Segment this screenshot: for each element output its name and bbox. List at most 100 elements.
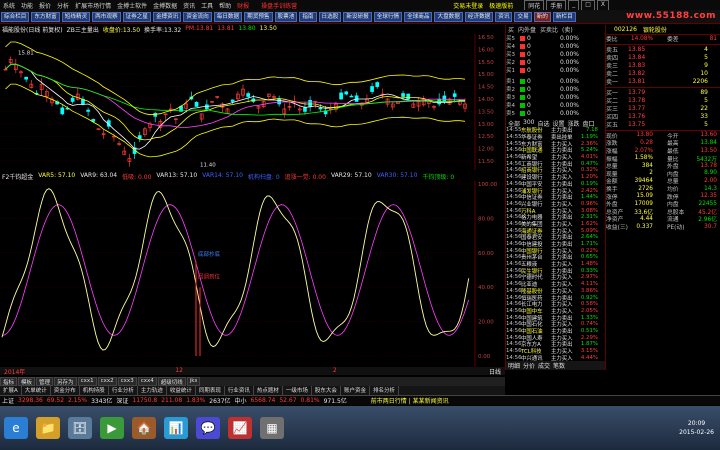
stock-app-icon[interactable]: 📈 [228,417,252,439]
candle-body[interactable] [349,95,354,98]
candle-body[interactable] [303,107,307,112]
toolbar-button[interactable]: 证券之星 [122,11,151,22]
news-ticker[interactable]: 前市两日行情 | 某某新闻资讯 [369,396,451,405]
toolbar-button[interactable]: 期货预售 [244,11,273,22]
indicator-tab[interactable]: cxx1 [77,377,97,386]
minimize-button[interactable]: _ [568,0,580,10]
toolbar-button[interactable]: 全球行情 [373,11,403,22]
book-row[interactable]: 卖一 13.81 2206 [606,78,720,86]
detail-tab[interactable]: 成交 [538,361,550,370]
indicator-tab[interactable]: 另存为 [54,377,77,386]
detail-tab[interactable]: 明细 [508,361,520,370]
candle-body[interactable] [60,107,65,115]
candle-body[interactable] [24,76,29,80]
toolbar-button[interactable]: 短线精灵 [61,11,91,22]
folder-icon[interactable]: 📁 [36,417,60,439]
chart-app-icon[interactable]: 📊 [164,417,188,439]
maximize-button[interactable]: □ [581,0,595,10]
candle-body[interactable] [194,101,199,107]
menu-item[interactable]: 金搏数据 [150,1,180,10]
home-icon[interactable]: 🏠 [132,417,156,439]
candle-body[interactable] [70,97,75,102]
candle-body[interactable] [406,93,411,100]
toolbar-button[interactable]: 两市观察 [92,11,121,22]
menu-item[interactable]: 金搏士软件 [114,1,150,10]
menu-item[interactable]: 扩展市场行情 [72,1,114,10]
toolbar-button[interactable]: 新栏目 [552,11,576,22]
close-button[interactable]: X [596,0,610,10]
bottom-tab[interactable]: 收益统计 [167,386,196,395]
window-help-button[interactable]: 同花 [524,0,545,10]
sz-label[interactable]: 深证 [114,396,130,405]
indicator-tab[interactable]: cxx3 [117,377,137,386]
candle-body[interactable] [344,91,349,95]
announcement-link[interactable]: 操盘手训练营 [258,1,300,10]
candle-body[interactable] [452,93,457,97]
toolbar-button[interactable]: 新的 [533,11,551,22]
indicator-tab[interactable]: 指标 [0,377,18,386]
menu-item[interactable]: 工具 [198,1,216,10]
detail-tab[interactable]: 笔数 [553,361,565,370]
candle-body[interactable] [375,82,380,87]
indicator-tab[interactable]: cxx2 [97,377,117,386]
toolbar-button[interactable]: 日选股 [318,11,342,22]
system-clock[interactable]: 20:09 2015-02-26 [679,419,714,437]
toolbar-button[interactable]: 指南 [299,11,317,22]
indicator-tab[interactable]: 模板 [18,377,36,386]
menu-item[interactable]: 资讯 [180,1,198,10]
browser-icon[interactable]: e [4,417,28,439]
menu-item[interactable]: 帮助 [216,1,234,10]
candle-body[interactable] [277,98,281,105]
database-icon[interactable]: 🗄 [68,417,92,439]
menu-item-highlight[interactable]: 财报 [234,1,252,10]
indicator-tab[interactable]: cxx4 [137,377,157,386]
bottom-tab[interactable]: 热点题材 [254,386,283,395]
candle-body[interactable] [246,93,251,97]
toolbar-button[interactable]: 新设研报 [343,11,372,22]
candlestick-chart[interactable]: 16.50 16.00 15.50 15.00 14.50 14.00 13.50 13.00… [0,34,505,170]
zx-label[interactable]: 中小 [233,396,249,405]
candle-body[interactable] [442,95,447,102]
bottom-tab[interactable]: 行业分析 [109,386,138,395]
toolbar-button[interactable]: 每日数据 [213,11,243,22]
indicator-tab[interactable]: jks [186,377,201,386]
bottom-tab[interactable]: 资金分布 [51,386,80,395]
toolbar-button[interactable]: 经济数据 [464,11,494,22]
bottom-tab[interactable]: 账户资金 [341,386,370,395]
indicator-chart[interactable]: 100.00 80.00 60.00 40.00 20.00 0.00 底部抄底回调到位 [0,181,505,367]
media-icon[interactable]: ▶ [100,417,124,439]
trade-login-link[interactable]: 交易未登录 [450,1,486,10]
fast-mode-link[interactable]: 极速版前 [486,1,516,10]
toolbar-button[interactable]: 大盘数据 [434,11,463,22]
candle-body[interactable] [230,99,235,102]
bottom-tab[interactable]: 大单统计 [22,386,51,395]
trade-filter-tab[interactable]: 全部 [508,119,520,128]
chat-icon[interactable]: 💬 [196,417,220,439]
toolbar-button[interactable]: 资金流向 [183,11,212,22]
window-manual-button[interactable]: 手册 [546,0,567,10]
toolbar-button[interactable]: 交易 [514,11,532,22]
menu-item[interactable]: 分析 [54,1,72,10]
indicator-tab[interactable]: 超级切线 [157,377,186,386]
grid-icon[interactable]: ▦ [260,417,284,439]
menu-item[interactable]: 功能 [18,1,36,10]
toolbar-button[interactable]: 股票池 [274,11,298,22]
candle-body[interactable] [308,100,312,107]
bottom-tab[interactable]: 一级市场 [283,386,312,395]
bottom-tab[interactable]: 排名分析 [370,386,399,395]
toolbar-button[interactable]: 综合栏目 [1,11,30,22]
detail-tab[interactable]: 分价 [523,361,535,370]
bottom-tab[interactable]: 主力轨迹 [138,386,167,395]
book-row[interactable]: 买五 13.75 5 [606,121,720,129]
candle-body[interactable] [401,93,405,97]
bottom-tab[interactable]: 机构持股 [80,386,109,395]
candle-body[interactable] [86,109,90,112]
bottom-tab[interactable]: 扩展A [0,386,22,395]
indicator-tab[interactable]: 管理 [36,377,54,386]
toolbar-button[interactable]: 资讯 [495,11,513,22]
trade-filter-tab[interactable]: 盘口 [583,119,595,128]
candle-body[interactable] [318,107,323,110]
toolbar-button[interactable]: 金搏资讯 [152,11,182,22]
menu-item[interactable]: 系统 [0,1,18,10]
sh-label[interactable]: 上证 [0,396,16,405]
